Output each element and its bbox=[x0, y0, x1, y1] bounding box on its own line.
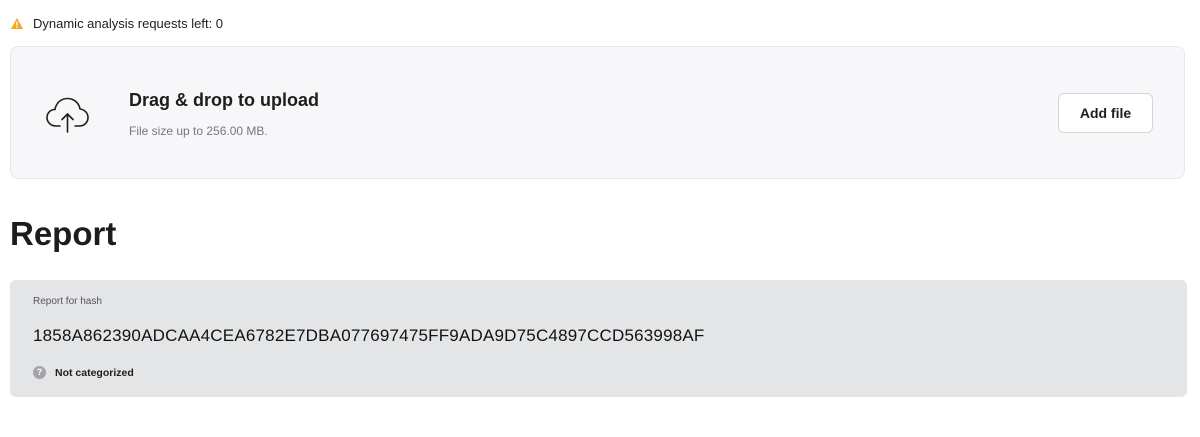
question-circle-icon: ? bbox=[33, 366, 46, 379]
upload-size-limit: File size up to 256.00 MB. bbox=[129, 124, 268, 138]
report-heading: Report bbox=[10, 215, 117, 252]
category-badge: ? Not categorized bbox=[33, 366, 134, 379]
cloud-upload-icon bbox=[44, 94, 92, 134]
upload-dropzone[interactable]: Drag & drop to upload File size up to 25… bbox=[10, 46, 1185, 179]
warning-triangle-icon bbox=[10, 17, 24, 30]
requests-warning-text: Dynamic analysis requests left: 0 bbox=[33, 15, 224, 31]
report-hash: 1858A862390ADCAA4CEA6782E7DBA077697475FF… bbox=[33, 326, 705, 345]
report-card: Report for hash 1858A862390ADCAA4CEA6782… bbox=[10, 280, 1187, 397]
requests-warning: Dynamic analysis requests left: 0 bbox=[10, 14, 223, 32]
upload-title: Drag & drop to upload bbox=[129, 90, 319, 110]
report-label: Report for hash bbox=[33, 296, 102, 307]
add-file-button[interactable]: Add file bbox=[1058, 93, 1153, 133]
category-label: Not categorized bbox=[55, 366, 134, 379]
